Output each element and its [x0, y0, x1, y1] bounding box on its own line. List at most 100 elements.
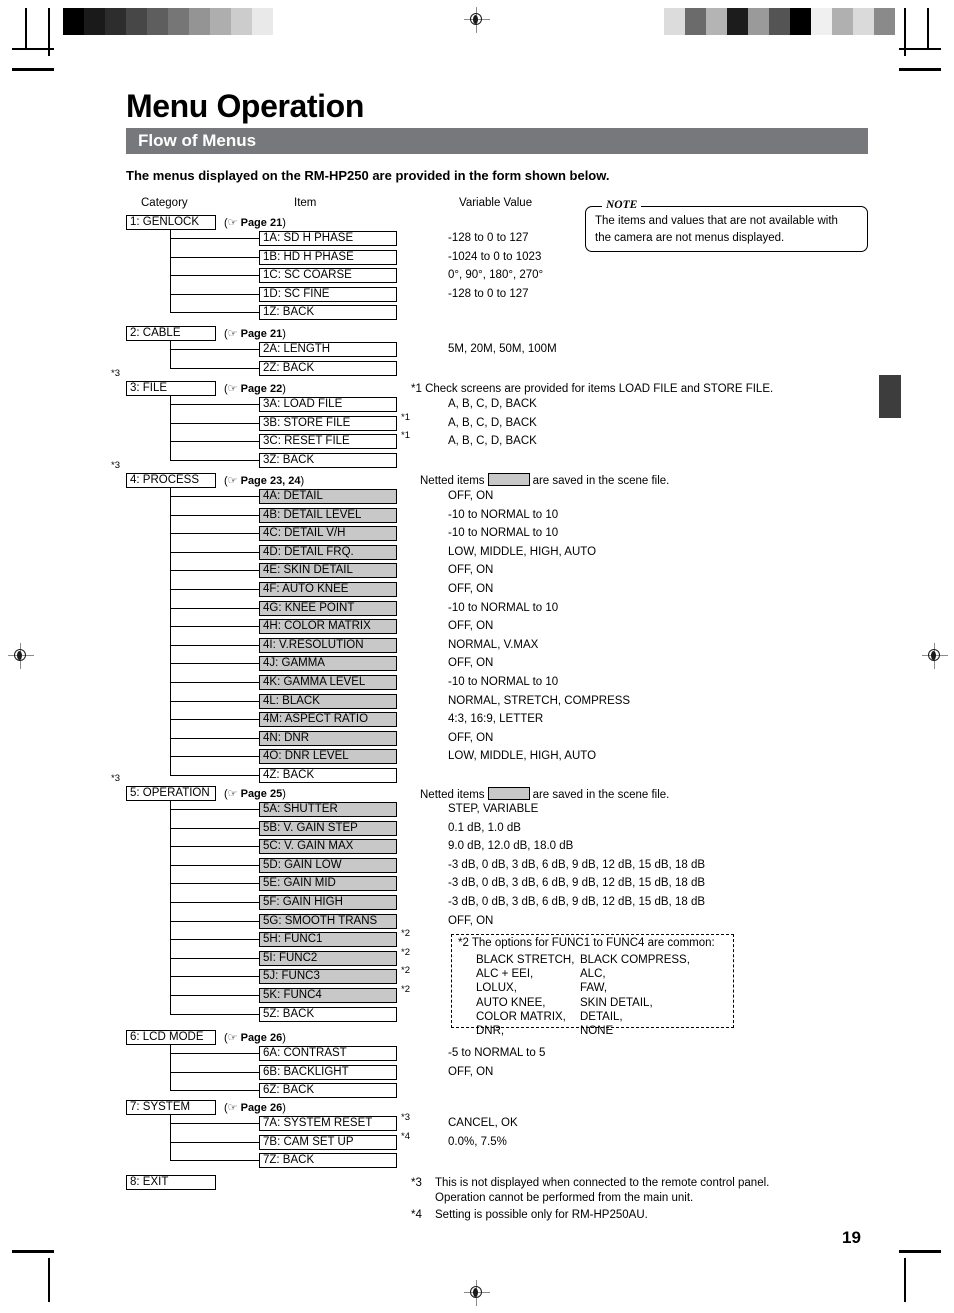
- category-box-5-operation[interactable]: 5: OPERATION: [126, 786, 216, 801]
- item-box[interactable]: 5C: V. GAIN MAX: [259, 839, 397, 855]
- footnote-2-column-2: BLACK COMPRESS, ALC, FAW, SKIN DETAIL, DETAI…: [580, 953, 690, 1038]
- page-reference-1-genlock[interactable]: (☞ Page 21): [224, 216, 286, 229]
- item-box[interactable]: 4O: DNR LEVEL: [259, 749, 397, 765]
- category-box-6-lcd-mode[interactable]: 6: LCD MODE: [126, 1030, 216, 1045]
- item-box[interactable]: 1D: SC FINE: [259, 286, 397, 302]
- item-box[interactable]: 4J: GAMMA: [259, 656, 397, 672]
- tree-connector-horizontal: [170, 533, 259, 535]
- item-box[interactable]: 4A: DETAIL: [259, 489, 397, 504]
- item-box[interactable]: 4F: AUTO KNEE: [259, 582, 397, 597]
- tree-connector-horizontal: [170, 883, 259, 885]
- footnote-2-option: ALC + EEI,: [476, 968, 534, 981]
- item-value: -10 to NORMAL to 10: [448, 508, 559, 521]
- item-box[interactable]: 6A: CONTRAST: [259, 1046, 397, 1061]
- item-value: -3 dB, 0 dB, 3 dB, 6 dB, 9 dB, 12 dB, 15…: [448, 858, 706, 871]
- item-box[interactable]: 5I: FUNC2: [259, 950, 397, 966]
- item-box[interactable]: 1C: SC COARSE: [259, 268, 397, 284]
- item-box[interactable]: 7Z: BACK: [259, 1153, 397, 1169]
- item-box[interactable]: 4D: DETAIL FRQ.: [259, 544, 397, 560]
- netted-swatch: [487, 473, 530, 486]
- footnote-2-option: DETAIL,: [580, 1010, 623, 1023]
- item-box[interactable]: 4M: ASPECT RATIO: [259, 712, 397, 728]
- page-reference-5-operation[interactable]: (☞ Page 25): [224, 787, 286, 800]
- item-box[interactable]: 5F: GAIN HIGH: [259, 895, 397, 910]
- page-reference-label: Page 21: [237, 328, 283, 340]
- category-box-2-cable[interactable]: 2: CABLE: [126, 326, 216, 341]
- item-box[interactable]: 4E: SKIN DETAIL: [259, 563, 397, 579]
- item-box[interactable]: 3Z: BACK: [259, 452, 397, 468]
- tree-trunk-4-process: [170, 488, 171, 775]
- pointing-hand-icon: ☞: [227, 475, 238, 487]
- item-box[interactable]: 3C: RESET FILE: [259, 434, 397, 450]
- item-box[interactable]: 5A: SHUTTER: [259, 802, 397, 817]
- legend-suffix: are saved in the scene file.: [532, 475, 670, 487]
- item-box[interactable]: 4B: DETAIL LEVEL: [259, 507, 397, 523]
- item-box[interactable]: 5J: FUNC3: [259, 969, 397, 985]
- page-reference-7-system[interactable]: (☞ Page 26): [224, 1101, 286, 1114]
- tree-connector-horizontal: [170, 367, 259, 369]
- category-box-8-exit[interactable]: 8: EXIT: [126, 1175, 216, 1190]
- section-heading-bar: Flow of Menus: [126, 128, 868, 154]
- tree-connector-horizontal: [170, 1053, 259, 1054]
- item-box[interactable]: 5D: GAIN LOW: [259, 857, 397, 873]
- item-box[interactable]: 4H: COLOR MATRIX: [259, 619, 397, 635]
- item-box[interactable]: 4I: V.RESOLUTION: [259, 637, 397, 653]
- legend-netted-operation: Netted items are saved in the scene file.: [420, 787, 669, 801]
- category-box-4-process[interactable]: 4: PROCESS: [126, 473, 216, 488]
- item-box[interactable]: 7B: CAM SET UP: [259, 1134, 397, 1150]
- page-reference-4-process[interactable]: (☞ Page 23, 24): [224, 474, 304, 487]
- tree-trunk-3-file: [170, 396, 171, 460]
- tree-trunk-5-operation: [170, 801, 171, 1014]
- category-marker-4-process: *3: [111, 460, 120, 471]
- item-box[interactable]: 2A: LENGTH: [259, 342, 397, 357]
- item-box[interactable]: 4C: DETAIL V/H: [259, 526, 397, 542]
- category-box-7-system[interactable]: 7: SYSTEM: [126, 1100, 216, 1115]
- note-line-2: the camera are not menus displayed.: [595, 232, 785, 244]
- item-box[interactable]: 1Z: BACK: [259, 305, 397, 321]
- legend-suffix-2: are saved in the scene file.: [532, 789, 670, 801]
- item-box[interactable]: 5G: SMOOTH TRANS: [259, 913, 397, 929]
- page-reference-2-cable[interactable]: (☞ Page 21): [224, 327, 286, 340]
- manual-page: Menu Operation Flow of Menus The menus d…: [0, 0, 954, 1313]
- item-value: -1024 to 0 to 1023: [448, 250, 542, 263]
- item-box[interactable]: 4N: DNR: [259, 730, 397, 746]
- note-text: The items and values that are not availa…: [595, 213, 860, 247]
- item-box[interactable]: 4Z: BACK: [259, 768, 397, 783]
- tree-connector-horizontal: [170, 920, 259, 922]
- page-reference-label: Page 22: [237, 383, 283, 395]
- item-box[interactable]: 5K: FUNC4: [259, 988, 397, 1003]
- item-box[interactable]: 5B: V. GAIN STEP: [259, 820, 397, 836]
- item-marker: *2: [401, 946, 410, 958]
- tree-connector-horizontal: [170, 607, 259, 609]
- tree-trunk-1-genlock: [170, 230, 171, 313]
- footnote-3-line-2: Operation cannot be performed from the m…: [435, 1192, 694, 1204]
- item-box[interactable]: 4G: KNEE POINT: [259, 600, 397, 616]
- item-box[interactable]: 5E: GAIN MID: [259, 876, 397, 892]
- item-box[interactable]: 5Z: BACK: [259, 1006, 397, 1022]
- tree-connector-horizontal: [170, 827, 259, 829]
- page-reference-6-lcd-mode[interactable]: (☞ Page 26): [224, 1031, 286, 1044]
- item-box[interactable]: 1B: HD H PHASE: [259, 249, 397, 265]
- item-box[interactable]: 1A: SD H PHASE: [259, 231, 397, 246]
- item-value: 0°, 90°, 180°, 270°: [448, 269, 544, 282]
- item-box[interactable]: 2Z: BACK: [259, 360, 397, 376]
- tree-connector-horizontal: [170, 1013, 259, 1015]
- item-box[interactable]: 3A: LOAD FILE: [259, 397, 397, 412]
- section-heading-label: Flow of Menus: [138, 131, 257, 150]
- category-box-1-genlock[interactable]: 1: GENLOCK: [126, 215, 216, 230]
- item-box[interactable]: 4K: GAMMA LEVEL: [259, 675, 397, 690]
- tree-connector-horizontal: [170, 422, 259, 424]
- item-box[interactable]: 6B: BACKLIGHT: [259, 1064, 397, 1080]
- item-box[interactable]: 6Z: BACK: [259, 1083, 397, 1099]
- item-box[interactable]: 4L: BLACK: [259, 693, 397, 709]
- category-box-3-file[interactable]: 3: FILE: [126, 381, 216, 396]
- item-value: 0.1 dB, 1.0 dB: [448, 821, 521, 834]
- item-box[interactable]: 3B: STORE FILE: [259, 415, 397, 431]
- item-box[interactable]: 5H: FUNC1: [259, 932, 397, 948]
- page-reference-3-file[interactable]: (☞ Page 22): [224, 382, 286, 395]
- item-box[interactable]: 7A: SYSTEM RESET: [259, 1116, 397, 1131]
- footnote-2-option: BLACK STRETCH,: [476, 954, 575, 966]
- tree-connector-horizontal: [170, 626, 259, 628]
- tree-connector-horizontal: [170, 976, 259, 978]
- tree-connector-horizontal: [170, 809, 259, 810]
